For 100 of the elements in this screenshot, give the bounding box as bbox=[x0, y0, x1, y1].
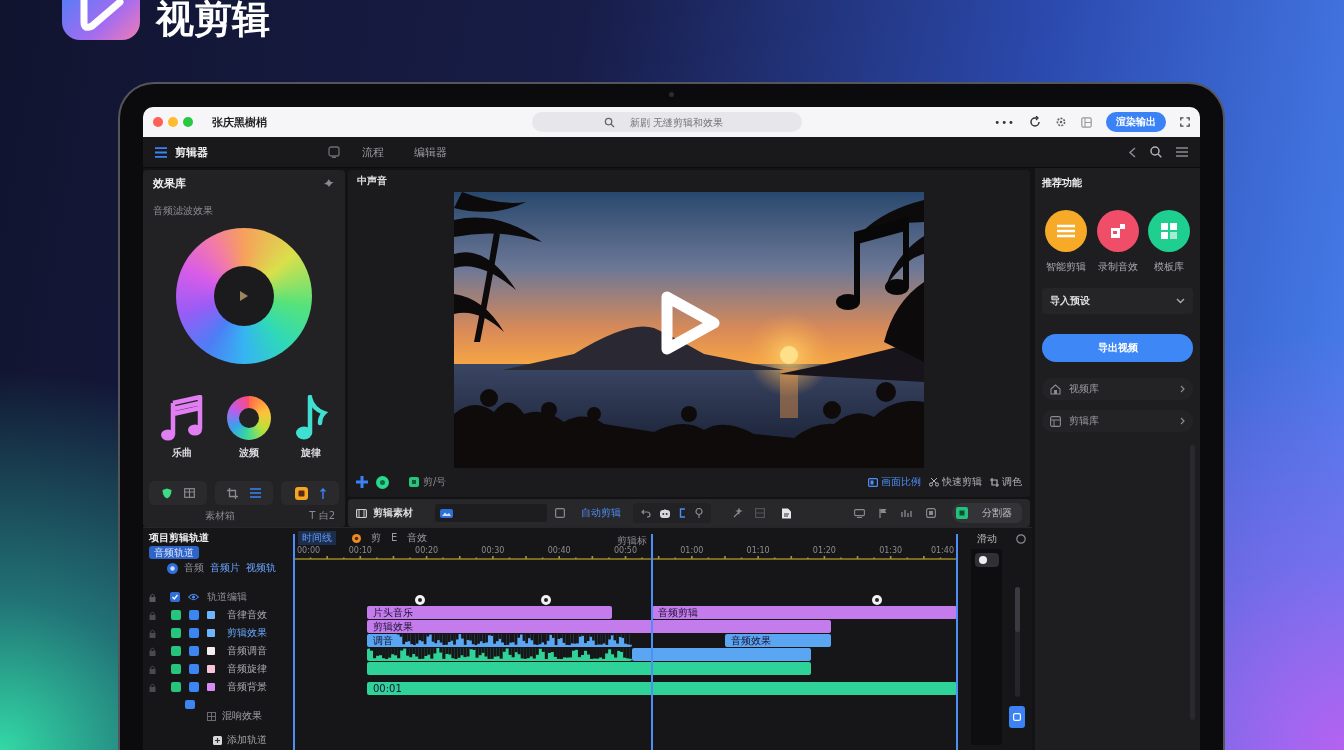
undo-icon[interactable] bbox=[641, 508, 651, 518]
eye-icon[interactable] bbox=[188, 593, 199, 601]
split-button[interactable]: 分割器 bbox=[952, 503, 1022, 523]
list-icon[interactable] bbox=[250, 488, 261, 498]
ruler-tool[interactable]: E bbox=[391, 531, 398, 545]
fullscreen-icon[interactable] bbox=[1180, 117, 1190, 127]
ruler-tool[interactable]: 剪 bbox=[371, 531, 381, 545]
scroll-label: 滑动 bbox=[977, 532, 997, 546]
visibility-toggle[interactable] bbox=[171, 610, 181, 620]
more-button[interactable]: ••• bbox=[994, 116, 1015, 128]
filter-button[interactable]: 视频轨 bbox=[246, 561, 276, 575]
audio-toggle[interactable] bbox=[189, 682, 199, 692]
search-field[interactable]: 新剧 无缝剪辑和效果 bbox=[531, 112, 802, 132]
effect-preset-button[interactable]: 旋律 bbox=[293, 395, 328, 460]
frame-icon[interactable] bbox=[926, 508, 936, 518]
effect-preset-button[interactable]: 波频 bbox=[227, 395, 271, 460]
track-name[interactable]: 音频调音 bbox=[227, 644, 267, 658]
fit-button[interactable] bbox=[1009, 706, 1025, 728]
visibility-toggle[interactable] bbox=[171, 646, 181, 656]
timeline-clip[interactable] bbox=[366, 662, 812, 675]
audio-toggle[interactable] bbox=[189, 646, 199, 656]
waveform-clip[interactable] bbox=[366, 648, 633, 661]
track-name[interactable]: 音频旋律 bbox=[227, 662, 267, 676]
monitor-icon[interactable] bbox=[854, 508, 865, 518]
view-option-button[interactable]: 画面比例 bbox=[868, 475, 921, 489]
export-button[interactable]: 渲染输出 bbox=[1106, 112, 1166, 132]
effect-preset-button[interactable]: 乐曲 bbox=[160, 395, 205, 460]
feature-button[interactable]: 智能剪辑 bbox=[1042, 210, 1090, 274]
feature-button[interactable]: 模板库 bbox=[1145, 210, 1193, 274]
toggle-icon[interactable] bbox=[974, 553, 999, 567]
robot-icon[interactable] bbox=[660, 508, 670, 518]
lock-icon[interactable] bbox=[149, 592, 156, 602]
tab[interactable]: 编辑器 bbox=[406, 141, 455, 163]
menu-icon[interactable] bbox=[1176, 147, 1188, 157]
feature-button[interactable]: 录制音效 bbox=[1093, 210, 1142, 274]
section-header[interactable]: 导入预设 bbox=[1042, 288, 1193, 314]
grid-icon[interactable] bbox=[183, 488, 195, 498]
keyframe-marker-icon[interactable] bbox=[540, 595, 551, 605]
visibility-toggle[interactable] bbox=[171, 682, 181, 692]
checkbox-icon[interactable] bbox=[170, 592, 180, 602]
play-icon[interactable] bbox=[659, 290, 721, 356]
square-icon[interactable] bbox=[555, 508, 565, 518]
settings-icon[interactable] bbox=[1055, 116, 1067, 128]
monitor-icon[interactable] bbox=[328, 146, 340, 158]
view-option-button[interactable]: 快速剪辑 bbox=[929, 475, 982, 489]
shield-icon[interactable] bbox=[161, 487, 172, 499]
search-icon[interactable] bbox=[1150, 146, 1162, 158]
layout-icon[interactable] bbox=[1081, 116, 1092, 128]
filter-button[interactable]: 音频片 bbox=[210, 561, 240, 575]
timeline-clip[interactable]: 音频剪辑 bbox=[652, 606, 957, 619]
bars-icon[interactable] bbox=[901, 508, 912, 518]
keyframe-marker-icon[interactable] bbox=[872, 595, 883, 605]
bracket-icon[interactable] bbox=[679, 508, 686, 518]
track-name[interactable]: 音律音效 bbox=[227, 608, 267, 622]
view-option-button[interactable]: 调色 bbox=[990, 475, 1022, 489]
tab[interactable]: 流程 bbox=[354, 141, 392, 163]
timeline-clip[interactable]: 片头音乐 bbox=[366, 606, 613, 619]
grid-icon[interactable] bbox=[207, 711, 216, 721]
scrollbar[interactable] bbox=[1014, 587, 1020, 697]
record-dot-icon[interactable] bbox=[376, 475, 389, 489]
clip-icon[interactable] bbox=[409, 477, 419, 487]
back-icon[interactable] bbox=[1128, 146, 1136, 158]
track-name[interactable]: 音频背景 bbox=[227, 680, 267, 694]
window-close-icon[interactable] bbox=[153, 117, 163, 127]
timeline-clip[interactable]: 剪辑效果 bbox=[366, 620, 831, 633]
library-link[interactable]: 视频库 bbox=[1042, 378, 1193, 400]
sparkle-icon[interactable] bbox=[323, 178, 335, 188]
arrow-up-icon[interactable] bbox=[319, 487, 326, 499]
track-name[interactable]: 剪辑效果 bbox=[227, 626, 267, 640]
crop-icon[interactable] bbox=[227, 487, 238, 499]
record-icon[interactable] bbox=[294, 486, 308, 500]
auto-edit-button[interactable]: 自动剪辑 bbox=[581, 506, 621, 520]
visibility-toggle[interactable] bbox=[171, 664, 181, 674]
wand-icon[interactable] bbox=[733, 508, 743, 518]
clip-search-field[interactable] bbox=[435, 504, 547, 522]
radio-icon[interactable] bbox=[167, 562, 178, 574]
visibility-toggle[interactable] bbox=[171, 628, 181, 638]
flag-icon[interactable] bbox=[879, 508, 887, 518]
audio-toggle[interactable] bbox=[185, 700, 195, 709]
timeline-clip[interactable]: 音频效果 bbox=[724, 634, 831, 647]
keyframe-marker-icon[interactable] bbox=[414, 595, 425, 605]
film-icon[interactable] bbox=[356, 507, 367, 519]
timeline-tab[interactable]: 时间线 bbox=[298, 531, 336, 545]
add-icon[interactable] bbox=[213, 735, 222, 745]
document-icon[interactable] bbox=[781, 507, 792, 519]
filter-button[interactable]: 音频 bbox=[184, 561, 204, 575]
audio-toggle[interactable] bbox=[189, 610, 199, 620]
track-type-chip[interactable]: 音频轨道 bbox=[149, 546, 199, 559]
record-icon[interactable] bbox=[352, 533, 361, 543]
audio-toggle[interactable] bbox=[189, 664, 199, 674]
waveform-clip[interactable]: 调音 bbox=[366, 634, 633, 647]
pin-icon[interactable] bbox=[695, 508, 703, 518]
timeline-clip[interactable]: 00:01 bbox=[366, 682, 957, 695]
library-link[interactable]: 剪辑库 bbox=[1042, 410, 1193, 432]
audio-toggle[interactable] bbox=[189, 628, 199, 638]
menu-icon[interactable] bbox=[155, 146, 167, 158]
circle-icon[interactable] bbox=[1016, 534, 1026, 544]
timeline-clip[interactable] bbox=[632, 648, 812, 661]
sync-icon[interactable] bbox=[1029, 116, 1041, 128]
ruler-tool[interactable]: 音效 bbox=[407, 531, 428, 545]
